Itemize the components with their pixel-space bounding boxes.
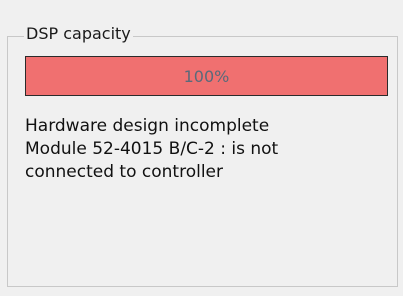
status-message: Hardware design incomplete Module 52-401… (25, 115, 385, 184)
groupbox-title: DSP capacity (24, 24, 133, 44)
status-line: Module 52-4015 B/C-2 : is not (25, 139, 279, 159)
progress-percent-label: 100% (183, 66, 230, 86)
status-line: Hardware design incomplete (25, 116, 270, 136)
dsp-capacity-progress-bar: 100% (25, 56, 388, 96)
status-line: connected to controller (25, 162, 223, 182)
